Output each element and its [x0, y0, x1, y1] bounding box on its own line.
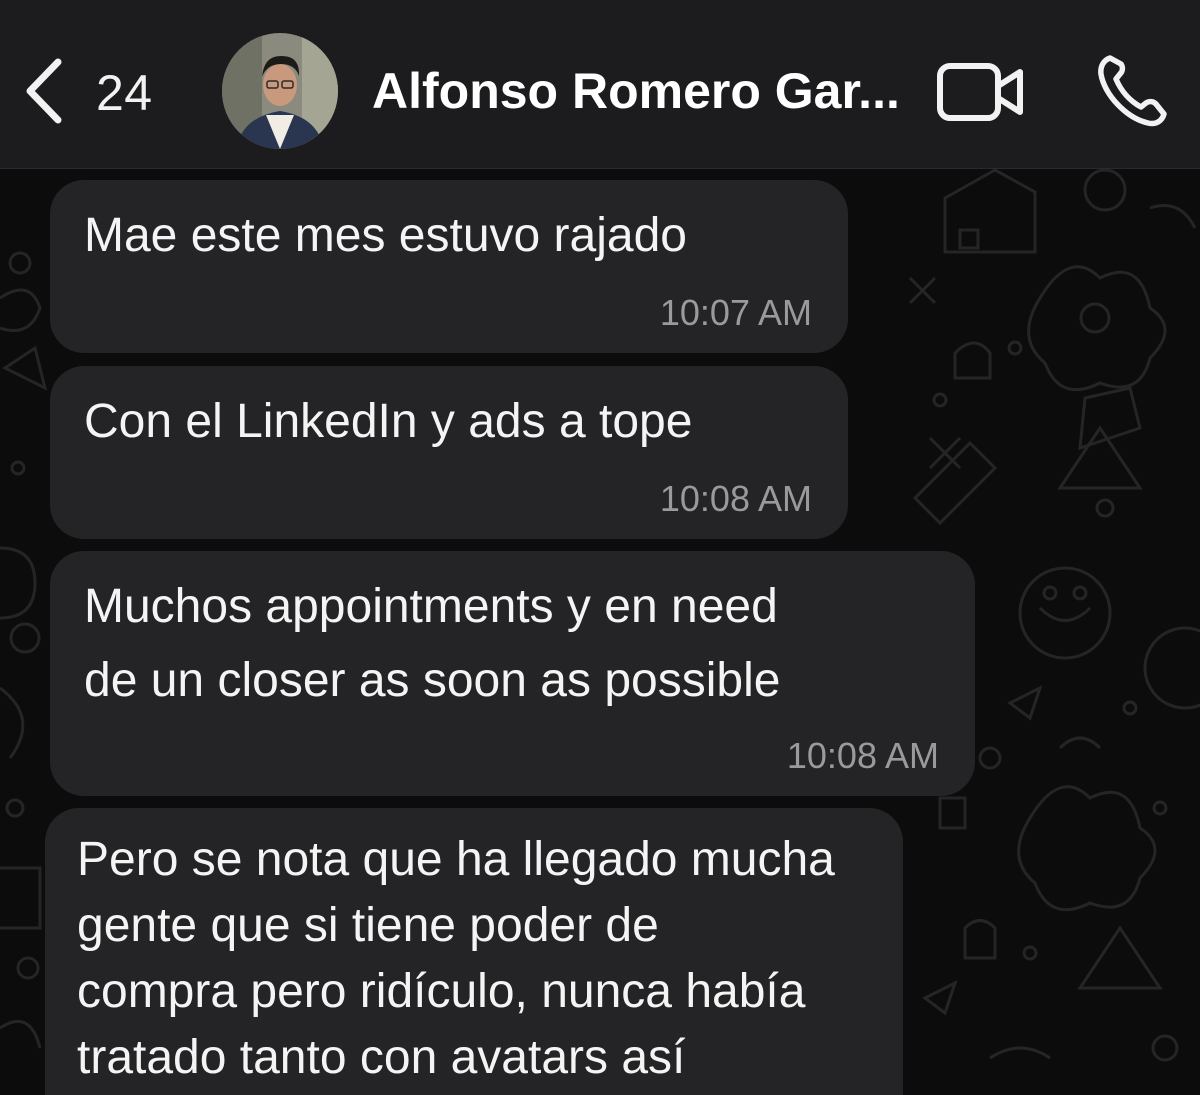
message-bubble[interactable]: Con el LinkedIn y ads a tope 10:08 AM: [50, 366, 848, 539]
back-button[interactable]: 24: [22, 58, 153, 128]
message-text: Mae este mes estuvo rajado: [84, 209, 687, 262]
video-camera-icon: [936, 63, 1026, 128]
message-bubble[interactable]: Mae este mes estuvo rajado 10:07 AM: [50, 180, 848, 353]
chat-header: 24 Alfonso Romero Gar...: [0, 0, 1200, 169]
chevron-left-icon: [22, 56, 66, 131]
chat-screen: 24 Alfonso Romero Gar... Mae este mes es…: [0, 0, 1200, 1095]
message-text: Muchos appointments y en need: [84, 580, 778, 633]
contact-name[interactable]: Alfonso Romero Gar...: [372, 62, 912, 120]
unread-count: 24: [96, 65, 153, 121]
message-timestamp: 10:08 AM: [659, 478, 812, 519]
message-bubble[interactable]: Muchos appointments y en need de un clos…: [50, 551, 975, 796]
phone-icon: [1096, 55, 1168, 132]
message-timestamp: 10:07 AM: [659, 292, 812, 333]
voice-call-button[interactable]: [1096, 52, 1168, 128]
contact-avatar[interactable]: [222, 33, 338, 149]
message-timestamp: 10:08 AM: [786, 735, 939, 776]
message-bubble[interactable]: Pero se nota que ha llegado mucha gente …: [45, 808, 903, 1095]
video-call-button[interactable]: [936, 60, 1026, 124]
message-text: tratado tanto con avatars así: [77, 1031, 686, 1084]
message-text: compra pero ridículo, nunca había: [77, 965, 806, 1018]
message-text: de un closer as soon as possible: [84, 654, 781, 707]
message-text: gente que si tiene poder de: [77, 899, 659, 952]
message-text: Pero se nota que ha llegado mucha: [77, 833, 835, 886]
message-text: Con el LinkedIn y ads a tope: [84, 395, 693, 448]
